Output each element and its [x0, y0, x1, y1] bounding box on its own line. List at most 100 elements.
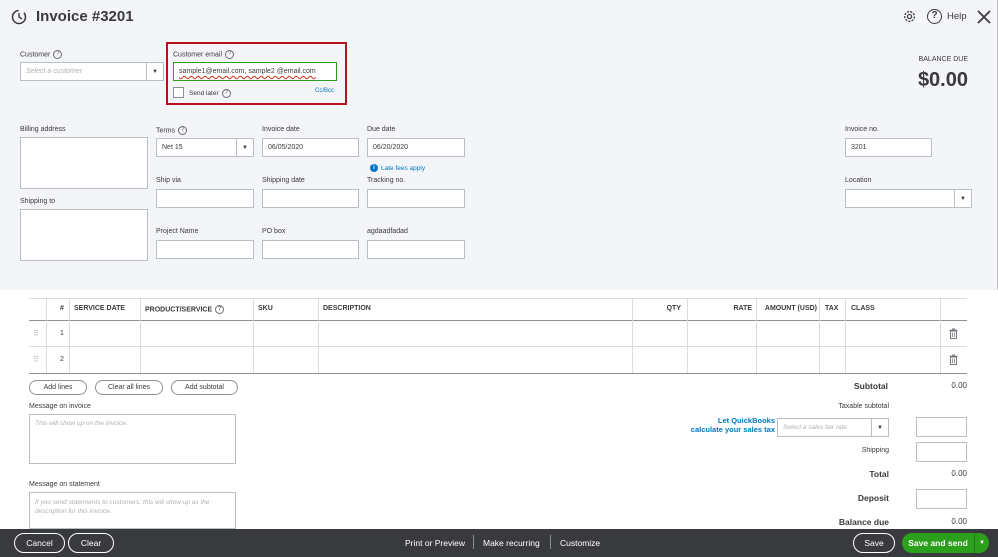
help-icon[interactable]: ? — [221, 89, 231, 98]
ship-via-field[interactable] — [156, 189, 254, 208]
help-icon[interactable]: ? — [215, 305, 225, 314]
table-header-border — [29, 320, 967, 321]
col-header-number: # — [60, 305, 64, 312]
message-on-statement-field[interactable]: If you send statements to customers, thi… — [29, 492, 236, 529]
calculate-sales-tax-link[interactable]: Let QuickBooks calculate your sales tax — [660, 416, 775, 434]
tracking-no-label: Tracking no. — [367, 177, 406, 184]
tracking-no-field[interactable] — [367, 189, 465, 208]
taxable-subtotal-label: Taxable subtotal — [838, 403, 889, 410]
message-on-statement-label: Message on statement — [29, 481, 100, 488]
trash-icon[interactable] — [949, 328, 958, 339]
cancel-button[interactable]: Cancel — [14, 533, 65, 553]
subtotal-value: 0.00 — [951, 381, 967, 390]
custom-field[interactable] — [367, 240, 465, 259]
chevron-down-icon[interactable]: ▼ — [954, 190, 971, 207]
invoice-no-field[interactable]: 3201 — [845, 138, 932, 157]
save-and-send-button[interactable]: Save and send — [902, 538, 974, 548]
sales-tax-amount-field[interactable] — [916, 417, 967, 437]
row-number: 2 — [60, 356, 64, 363]
footer-divider — [550, 535, 551, 549]
late-fees-link[interactable]: Late fees apply — [381, 165, 425, 172]
balance-due-amount: $0.00 — [917, 69, 968, 91]
drag-handle-icon[interactable]: ⠿ — [33, 329, 39, 338]
help-link[interactable]: Help — [947, 11, 967, 22]
project-name-label: Project Name — [156, 228, 199, 235]
invoice-date-label: Invoice date — [262, 126, 300, 133]
cc-bcc-link[interactable]: Cc/Bcc — [315, 88, 334, 94]
gear-icon[interactable] — [902, 9, 917, 24]
col-divider — [253, 298, 254, 373]
terms-value: Net 15 — [162, 144, 183, 151]
po-box-label: PO box — [262, 228, 286, 235]
col-divider — [318, 298, 319, 373]
invoice-date-field[interactable]: 06/05/2020 — [262, 138, 359, 157]
invoice-no-label: Invoice no. — [845, 126, 879, 133]
clear-button[interactable]: Clear — [68, 533, 114, 553]
info-icon: i — [370, 164, 378, 172]
trash-icon[interactable] — [949, 354, 958, 365]
customer-placeholder: Select a customer — [26, 68, 83, 75]
customer-email-label: Customer email? — [173, 50, 235, 59]
shipping-date-field[interactable] — [262, 189, 359, 208]
send-later-label: Send later? — [189, 89, 231, 98]
shipping-label: Shipping — [861, 447, 889, 454]
chevron-down-icon[interactable]: ▼ — [236, 139, 253, 156]
row-number: 1 — [60, 330, 64, 337]
save-and-send-split-button[interactable]: Save and send ▼ — [902, 533, 989, 553]
save-button[interactable]: Save — [853, 533, 895, 553]
billing-address-label: Billing address — [20, 126, 66, 133]
chevron-down-icon[interactable]: ▼ — [146, 63, 163, 80]
message-on-invoice-field[interactable]: This will show up on the invoice. — [29, 414, 236, 464]
add-subtotal-button[interactable]: Add subtotal — [171, 380, 238, 395]
customer-label: Customer? — [20, 50, 63, 59]
chevron-down-icon[interactable]: ▼ — [871, 419, 888, 436]
col-header-service-date: SERVICE DATE — [74, 305, 126, 312]
customer-select[interactable]: Select a customer ▼ — [20, 62, 164, 81]
clear-all-lines-button[interactable]: Clear all lines — [95, 380, 163, 395]
customer-email-input[interactable]: sample1@email.com, sample2 @email.com — [173, 62, 337, 81]
col-header-product: PRODUCT/SERVICE? — [145, 305, 225, 314]
send-later-checkbox[interactable] — [173, 87, 184, 98]
help-icon[interactable]: ? — [53, 50, 63, 59]
balance-due-footer-label: Balance due — [838, 517, 889, 527]
shipping-to-label: Shipping to — [20, 198, 56, 205]
col-divider — [940, 298, 941, 373]
col-divider — [46, 298, 47, 373]
col-header-sku: SKU — [258, 305, 273, 312]
close-icon[interactable] — [975, 8, 993, 26]
help-icon[interactable]: ? — [225, 50, 235, 59]
billing-address-field[interactable] — [20, 137, 148, 189]
col-divider — [845, 298, 846, 373]
terms-label: Terms? — [156, 126, 188, 135]
terms-select[interactable]: Net 15 ▼ — [156, 138, 254, 157]
page-title: Invoice #3201 — [36, 8, 134, 25]
total-value: 0.00 — [951, 469, 967, 478]
due-date-field[interactable]: 06/20/2020 — [367, 138, 465, 157]
po-box-field[interactable] — [262, 240, 359, 259]
add-lines-button[interactable]: Add lines — [29, 380, 87, 395]
col-header-class: CLASS — [851, 305, 875, 312]
sales-tax-placeholder: Select a sales tax rate — [783, 424, 847, 431]
help-icon[interactable]: ? — [178, 126, 188, 135]
col-divider — [69, 298, 70, 373]
help-icon[interactable]: ? — [927, 9, 942, 24]
drag-handle-icon[interactable]: ⠿ — [33, 355, 39, 364]
location-select[interactable]: ▼ — [845, 189, 972, 208]
make-recurring-button[interactable]: Make recurring — [483, 538, 540, 548]
deposit-field[interactable] — [916, 489, 967, 509]
sales-tax-rate-select[interactable]: Select a sales tax rate ▼ — [777, 418, 889, 437]
table-top-border — [29, 298, 967, 299]
table-row-border — [29, 346, 967, 347]
shipping-amount-field[interactable] — [916, 442, 967, 462]
project-name-field[interactable] — [156, 240, 254, 259]
print-preview-button[interactable]: Print or Preview — [405, 538, 465, 548]
subtotal-label: Subtotal — [854, 381, 888, 391]
col-divider — [819, 298, 820, 373]
deposit-label: Deposit — [857, 493, 889, 503]
shipping-date-label: Shipping date — [262, 177, 305, 184]
table-bottom-border — [29, 373, 967, 374]
message-on-statement-placeholder: If you send statements to customers, thi… — [35, 499, 210, 515]
shipping-to-field[interactable] — [20, 209, 148, 261]
recent-transactions-icon[interactable] — [10, 8, 28, 26]
customize-button[interactable]: Customize — [560, 538, 600, 548]
